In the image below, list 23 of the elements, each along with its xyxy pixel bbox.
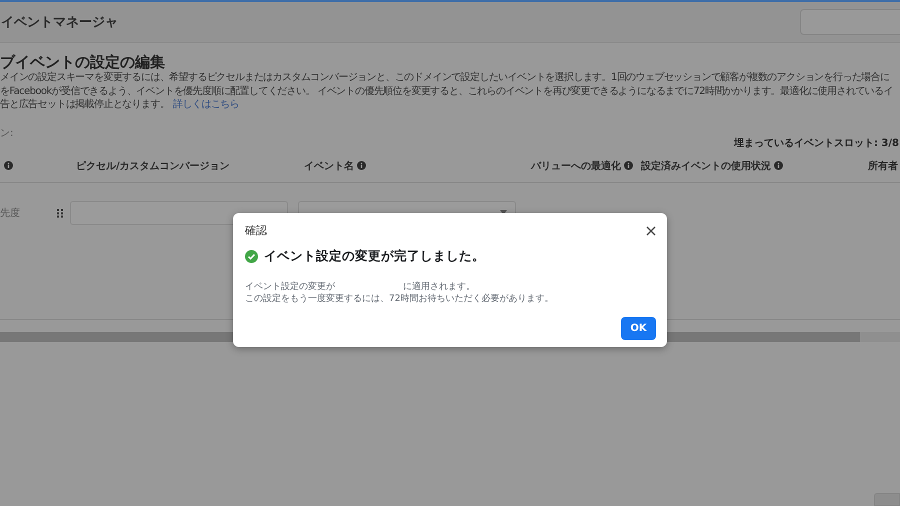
- event-slots-count: 埋まっているイベントスロット: 3/8: [734, 136, 899, 150]
- description-line: をFacebookが受信できるよう、イベントを優先度順に配置してください。 イベントの優先順位を変更すると、これらのイベントを再び変更できるようになるまでに72時間かかります。最適化に使用されているイ: [0, 84, 894, 98]
- ok-button[interactable]: OK: [621, 317, 656, 340]
- column-header: バリューへの最適化: [531, 159, 621, 172]
- dialog-message: イベント設定の変更が: [245, 281, 335, 293]
- drag-handle-icon[interactable]: [56, 208, 64, 218]
- success-heading: イベント設定の変更が完了しました。: [264, 248, 485, 265]
- dialog-title: 確認: [245, 223, 267, 238]
- dialog-message: この設定をもう一度変更するには、72時間お待ちいただく必要があります。: [245, 293, 554, 305]
- domain-label: ン:: [0, 126, 14, 140]
- column-header: 設定済みイベントの使用状況: [641, 159, 771, 172]
- close-icon[interactable]: [646, 226, 656, 236]
- description-line: 告と広告セットは掲載停止となります。 詳しくはこちら: [0, 98, 240, 112]
- column-header: イベント名: [304, 160, 354, 172]
- check-circle-icon: [245, 250, 258, 263]
- section-title: ブイベントの設定の編集: [0, 53, 166, 71]
- description-line: メインの設定スキーマを変更するには、希望するピクセルまたはカスタムコンバージョンと、このドメインで設定したいイベントを選択します。1回のウェブセッションで顧客が複数のアクションを行った場合に: [0, 71, 890, 84]
- priority-label: 先度: [0, 206, 21, 220]
- learn-more-link[interactable]: 詳しくはこちら: [173, 99, 240, 110]
- column-header: 所有者: [868, 160, 898, 172]
- app-title: イベントマネージャ: [0, 14, 118, 31]
- column-header: ピクセル/カスタムコンバージョン: [76, 160, 230, 172]
- dialog-message: に適用されます。: [403, 281, 475, 293]
